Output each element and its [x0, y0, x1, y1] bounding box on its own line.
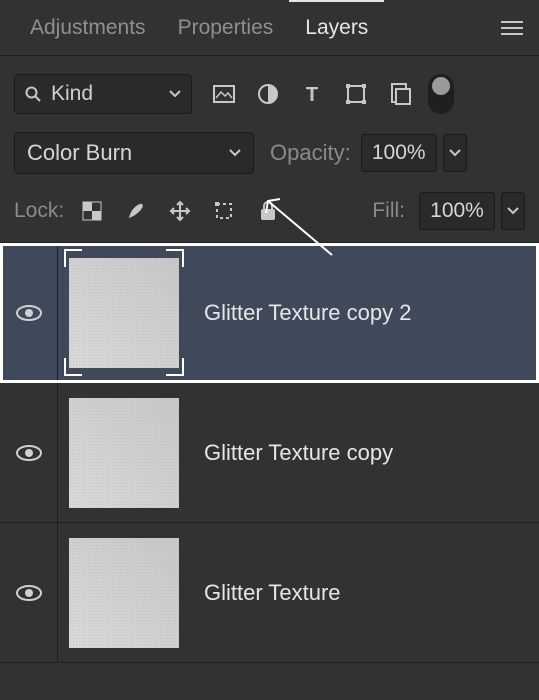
lock-label: Lock:: [14, 199, 64, 223]
layer-thumbnail[interactable]: [58, 243, 190, 382]
eye-icon: [16, 304, 42, 322]
filter-kind-dropdown[interactable]: Kind: [14, 74, 192, 114]
fill-label: Fill:: [372, 199, 405, 223]
filter-pixel-icon[interactable]: [210, 80, 238, 108]
filter-smartobject-icon[interactable]: [386, 80, 414, 108]
filter-shape-icon[interactable]: [342, 80, 370, 108]
panel-tabs: Adjustments Properties Layers: [0, 0, 539, 56]
layer-row[interactable]: Glitter Texture copy: [0, 383, 539, 523]
layer-name[interactable]: Glitter Texture copy 2: [190, 300, 411, 326]
visibility-toggle[interactable]: [0, 523, 58, 662]
lock-artboard-icon[interactable]: [210, 197, 238, 225]
fill-dropdown-button[interactable]: [501, 192, 525, 230]
fill-value-input[interactable]: 100%: [419, 192, 495, 230]
lock-all-icon[interactable]: [254, 197, 282, 225]
opacity-dropdown-button[interactable]: [443, 134, 467, 172]
chevron-down-icon: [169, 90, 181, 98]
filter-toggle-switch[interactable]: [428, 74, 454, 114]
layer-thumbnail[interactable]: [58, 383, 190, 522]
eye-icon: [16, 444, 42, 462]
filter-adjustment-icon[interactable]: [254, 80, 282, 108]
layer-name[interactable]: Glitter Texture copy: [190, 440, 393, 466]
blend-mode-dropdown[interactable]: Color Burn: [14, 132, 254, 174]
filter-kind-label: Kind: [51, 82, 159, 106]
filter-type-icons: T: [210, 80, 414, 108]
opacity-label: Opacity:: [270, 140, 351, 166]
svg-text:T: T: [306, 84, 318, 104]
layer-filter-row: Kind T: [0, 56, 539, 124]
layer-list: Glitter Texture copy 2 Glitter Texture c…: [0, 242, 539, 663]
layer-thumbnail[interactable]: [58, 523, 190, 662]
lock-position-icon[interactable]: [166, 197, 194, 225]
tab-properties[interactable]: Properties: [162, 0, 290, 55]
lock-row: Lock: Fill: 100%: [0, 180, 539, 242]
panel-menu-icon[interactable]: [495, 14, 529, 42]
filter-type-icon[interactable]: T: [298, 80, 326, 108]
layer-row[interactable]: Glitter Texture copy 2: [0, 243, 539, 383]
visibility-toggle[interactable]: [0, 383, 58, 522]
lock-pixels-icon[interactable]: [122, 197, 150, 225]
tab-adjustments[interactable]: Adjustments: [14, 0, 162, 55]
blend-mode-row: Color Burn Opacity: 100%: [0, 124, 539, 180]
chevron-down-icon: [229, 149, 241, 157]
search-icon: [25, 86, 41, 102]
layer-row[interactable]: Glitter Texture: [0, 523, 539, 663]
blend-mode-label: Color Burn: [27, 140, 229, 166]
layer-name[interactable]: Glitter Texture: [190, 580, 341, 606]
lock-transparency-icon[interactable]: [78, 197, 106, 225]
tab-layers[interactable]: Layers: [289, 0, 384, 55]
eye-icon: [16, 584, 42, 602]
visibility-toggle[interactable]: [0, 243, 58, 382]
opacity-value-input[interactable]: 100%: [361, 134, 437, 172]
